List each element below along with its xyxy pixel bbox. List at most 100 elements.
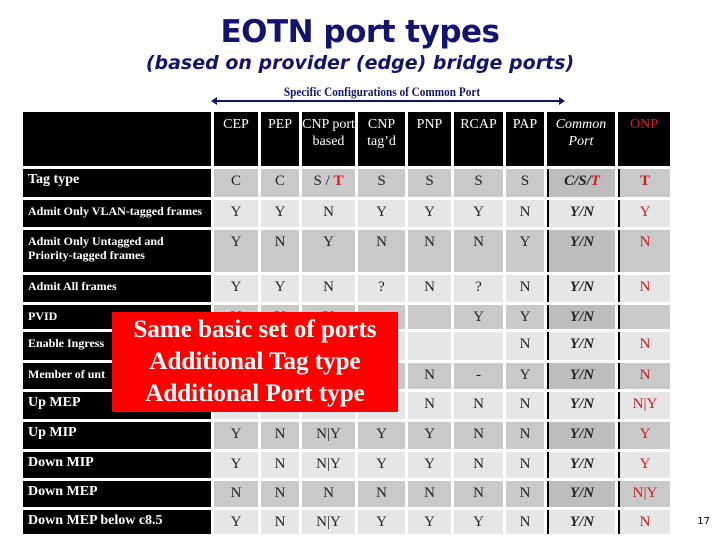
table-row: Down MEP below c8.5 Y N N|Y Y Y Y N Y/N N bbox=[23, 510, 670, 534]
table-cell: Y bbox=[506, 305, 544, 329]
table-cell: N|Y bbox=[302, 422, 355, 449]
table-cell: N bbox=[506, 392, 544, 419]
table-cell: S bbox=[408, 169, 451, 197]
table-cell: N bbox=[506, 510, 544, 534]
table-cell: N bbox=[618, 230, 670, 272]
table-cell: N bbox=[506, 275, 544, 302]
table-cell: N|Y bbox=[618, 392, 670, 419]
table-cell: Y bbox=[618, 422, 670, 449]
table-cell: S / T bbox=[302, 169, 355, 197]
table-cell: Y/N bbox=[547, 452, 615, 478]
row-label: Down MIP bbox=[23, 452, 211, 478]
table-row: Admit All frames Y Y N? N? N Y/N N bbox=[23, 275, 670, 302]
table-cell: N bbox=[506, 481, 544, 507]
column-header: Common Port bbox=[547, 112, 615, 166]
table-cell: C/S/T bbox=[547, 169, 615, 197]
table-cell: N bbox=[454, 230, 503, 272]
table-cell: N bbox=[454, 422, 503, 449]
table-cell: N bbox=[618, 363, 670, 389]
table-cell: S bbox=[358, 169, 405, 197]
table-cell: C bbox=[261, 169, 299, 197]
column-header: CEP bbox=[214, 112, 258, 166]
table-cell: Y/N bbox=[547, 510, 615, 534]
table-cell: N bbox=[408, 392, 451, 419]
table-cell: Y bbox=[618, 452, 670, 478]
callout-line: Additional Tag type bbox=[149, 348, 361, 375]
table-cell: N bbox=[261, 422, 299, 449]
table-cell: Y bbox=[408, 422, 451, 449]
slide-title: EOTN port types bbox=[220, 14, 501, 50]
table-cell: Y/N bbox=[547, 332, 615, 360]
table-cell: S bbox=[454, 169, 503, 197]
cell-text: S / bbox=[313, 173, 334, 189]
table-cell: N bbox=[454, 452, 503, 478]
table-cell: Y bbox=[261, 200, 299, 227]
table-cell: N bbox=[454, 392, 503, 419]
table-cell: N bbox=[214, 481, 258, 507]
table-cell: Y/N bbox=[547, 481, 615, 507]
table-cell: N|Y bbox=[618, 481, 670, 507]
column-header: CNP tag’d bbox=[358, 112, 405, 166]
cell-text-highlight: T bbox=[333, 173, 344, 189]
table-cell: Y bbox=[214, 452, 258, 478]
table-cell: T bbox=[618, 169, 670, 197]
table-cell: Y bbox=[506, 230, 544, 272]
table-cell: N bbox=[302, 275, 355, 302]
row-label: Down MEP below c8.5 bbox=[23, 510, 211, 534]
column-header: RCAP bbox=[454, 112, 503, 166]
table-cell: Y/N bbox=[547, 230, 615, 272]
table-cell: N bbox=[506, 332, 544, 360]
table-row: Tag type C C S / T S S S S C/S/T T bbox=[23, 169, 670, 197]
table-cell: Y bbox=[358, 200, 405, 227]
span-label: Specific Configurations of Common Port bbox=[283, 85, 481, 99]
callout-line: Same basic set of ports bbox=[133, 316, 377, 343]
table-cell: N bbox=[408, 481, 451, 507]
page-number: 17 bbox=[697, 516, 710, 527]
table-cell: N bbox=[454, 481, 503, 507]
table-cell: Y bbox=[214, 510, 258, 534]
table-cell: N bbox=[618, 510, 670, 534]
table-cell: Y/N bbox=[547, 275, 615, 302]
table-row: Down MEP N N N N N N N Y/N N|Y bbox=[23, 481, 670, 507]
table-row: Admit Only Untagged and Priority-tagged … bbox=[23, 230, 670, 272]
table-cell: N bbox=[506, 422, 544, 449]
table-cell bbox=[454, 332, 503, 360]
table-cell: Y/N bbox=[547, 422, 615, 449]
table-cell: Y/N bbox=[547, 392, 615, 419]
callout-line: Additional Port type bbox=[145, 380, 365, 407]
table-cell: Y/N bbox=[547, 305, 615, 329]
column-header: PNP bbox=[408, 112, 451, 166]
table-cell: Y bbox=[302, 230, 355, 272]
slide-subtitle: (based on provider (edge) bridge ports) bbox=[145, 52, 575, 74]
row-label: Down MEP bbox=[23, 481, 211, 507]
table-cell: N bbox=[261, 510, 299, 534]
table-cell: N bbox=[302, 481, 355, 507]
table-cell: N bbox=[302, 200, 355, 227]
table-cell: Y bbox=[214, 275, 258, 302]
callout-box: Same basic set of ports Additional Tag t… bbox=[112, 312, 398, 412]
table-cell: C bbox=[214, 169, 258, 197]
table-cell: Y bbox=[358, 510, 405, 534]
row-label: Admit Only VLAN-tagged frames bbox=[23, 200, 211, 227]
table-cell: N bbox=[506, 452, 544, 478]
table-cell: Y bbox=[408, 510, 451, 534]
table-cell: N bbox=[408, 275, 451, 302]
column-header: PAP bbox=[506, 112, 544, 166]
column-header: PEP bbox=[261, 112, 299, 166]
table-cell: Y bbox=[214, 200, 258, 227]
table-cell: Y bbox=[214, 422, 258, 449]
table-cell bbox=[408, 332, 451, 360]
table-cell: N|Y bbox=[302, 510, 355, 534]
table-cell: Y bbox=[454, 200, 503, 227]
cell-text: C/S/ bbox=[564, 173, 591, 189]
table-cell: N bbox=[261, 230, 299, 272]
table-cell: N bbox=[261, 481, 299, 507]
table-cell: Y/N bbox=[547, 363, 615, 389]
table-cell: N bbox=[618, 332, 670, 360]
table-cell: N bbox=[408, 363, 451, 389]
table-cell bbox=[408, 305, 451, 329]
table-cell: N|Y bbox=[302, 452, 355, 478]
table-row: Up MIP Y N N|Y Y Y N N Y/N Y bbox=[23, 422, 670, 449]
row-label: Admit All frames bbox=[23, 275, 211, 302]
row-label: Up MIP bbox=[23, 422, 211, 449]
